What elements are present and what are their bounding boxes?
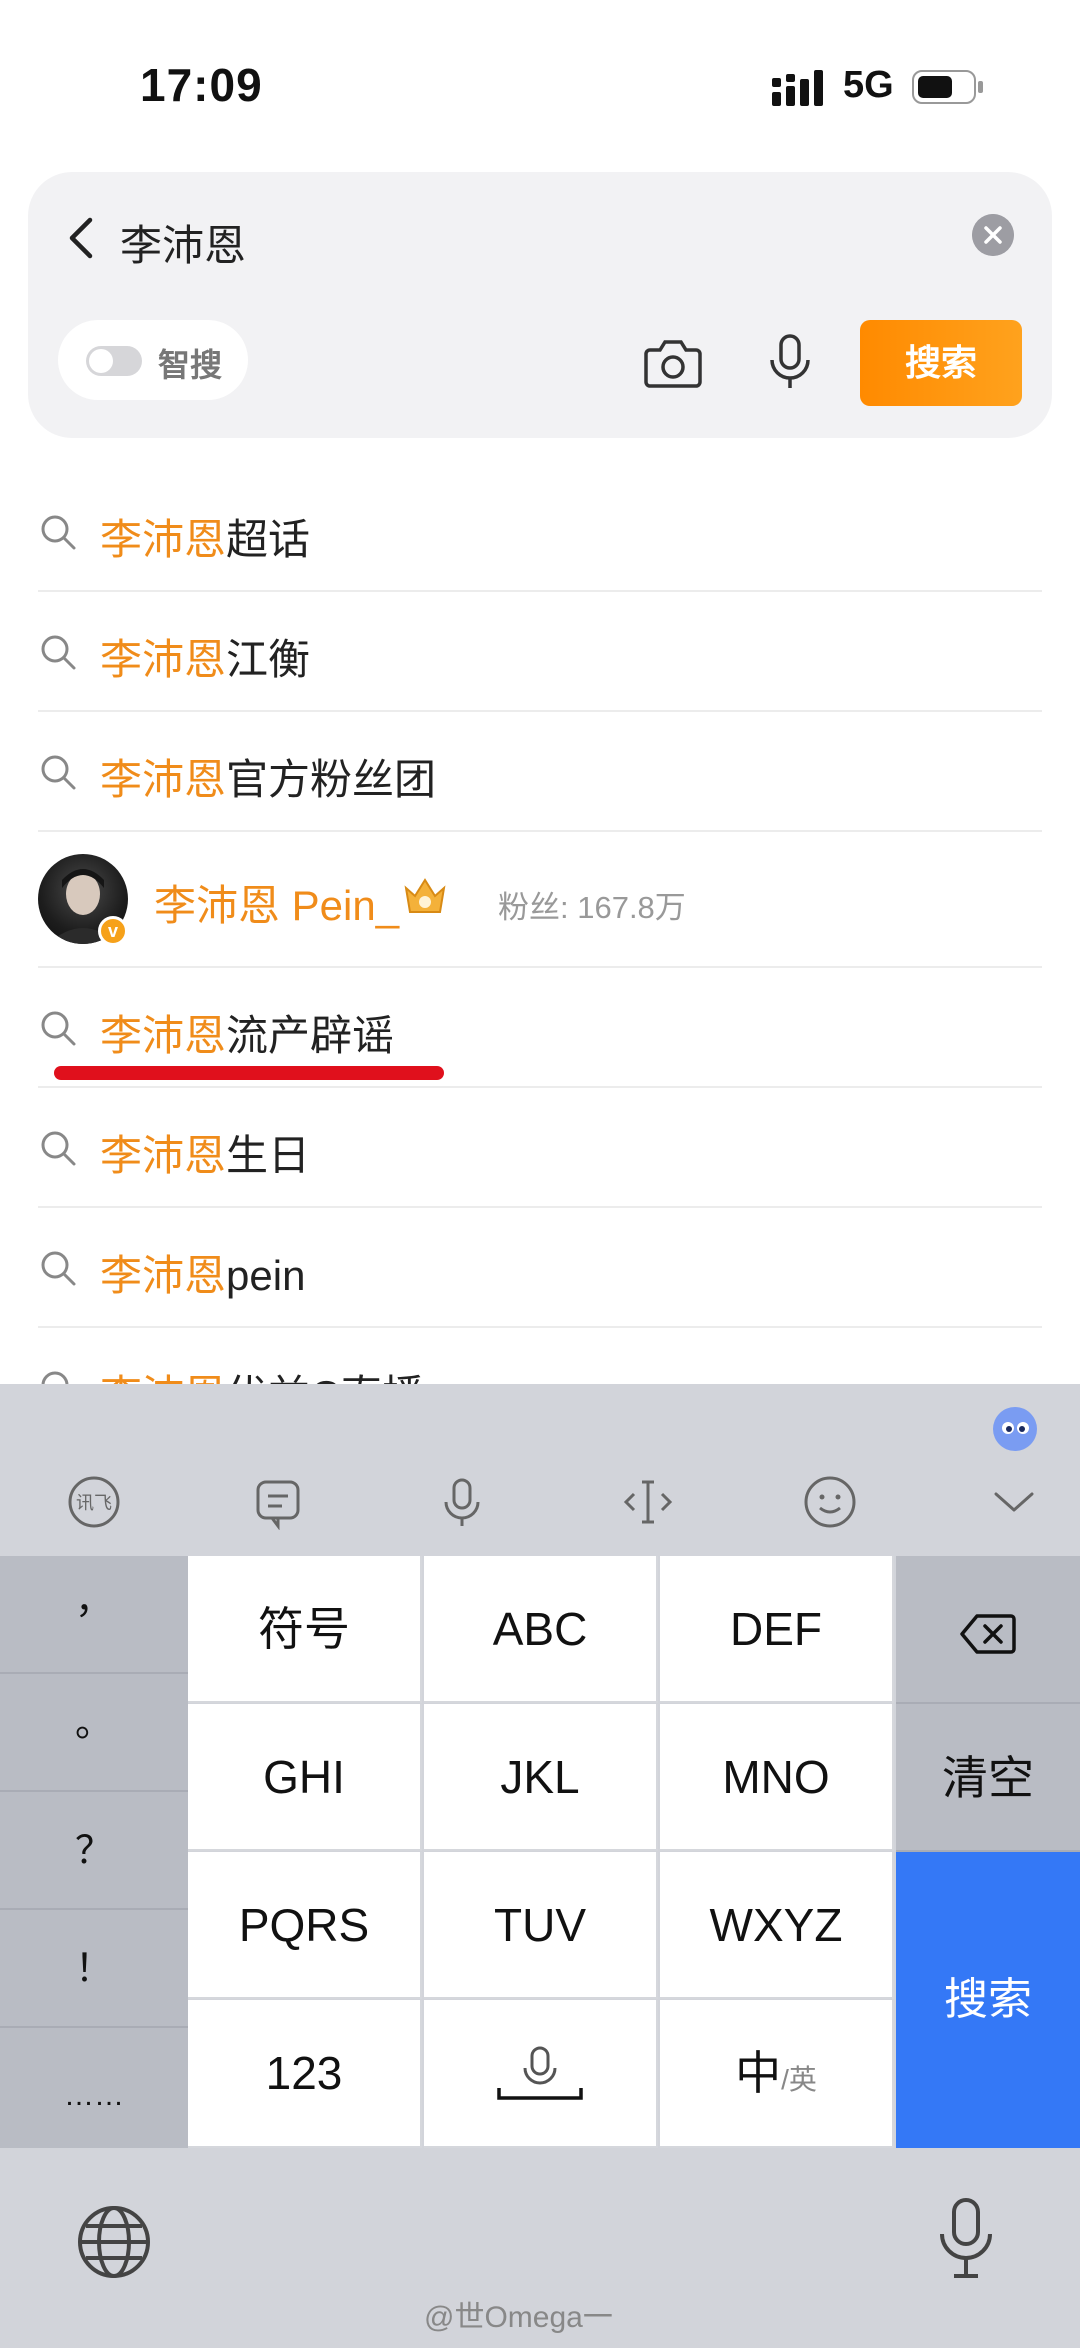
suggestion-item[interactable]: 李沛恩官方粉丝团 (38, 712, 1042, 832)
user-suggestion-item[interactable]: v 李沛恩 Pein_ 粉丝: 167.8万 (38, 832, 1042, 968)
clear-search-icon[interactable] (972, 214, 1014, 256)
keyboard: 讯飞 ， 。 ？ ！ …… 符号 ABC DEF GHI JKL MNO PQR… (0, 1384, 1080, 2348)
suggestion-text: 李沛恩生日 (100, 1132, 311, 1179)
search-panel: 李沛恩 智搜 搜索 (28, 172, 1052, 438)
clipboard-icon[interactable] (250, 1474, 306, 1530)
key-jkl[interactable]: JKL (424, 1704, 658, 1851)
symbol-key[interactable]: ！ (0, 1910, 188, 2028)
search-button[interactable]: 搜索 (860, 320, 1022, 406)
ifly-logo-icon[interactable]: 讯飞 (66, 1474, 122, 1530)
fan-count: 粉丝: 167.8万 (498, 890, 686, 925)
camera-icon[interactable] (644, 336, 702, 388)
suggestion-text: 李沛恩超话 (100, 516, 311, 563)
collapse-keyboard-icon[interactable] (986, 1474, 1042, 1530)
symbol-column: ， 。 ？ ！ …… (0, 1556, 188, 2148)
watermark: @世Omega一 (424, 2301, 613, 2334)
suggestion-text: 李沛恩pein (100, 1252, 306, 1299)
battery-icon (912, 70, 983, 104)
key-def[interactable]: DEF (660, 1556, 894, 1703)
red-annotation-underline (54, 1066, 444, 1080)
assistant-icon[interactable] (990, 1404, 1040, 1454)
search-icon (41, 635, 76, 670)
symbol-key[interactable]: 。 (0, 1674, 188, 1792)
lang-alt-label: /英 (781, 2064, 817, 2095)
smart-search-label: 智搜 (158, 347, 223, 383)
emoji-icon[interactable] (802, 1474, 858, 1530)
search-icon (41, 1251, 76, 1286)
voice-search-icon[interactable] (766, 332, 814, 392)
status-bar: 17:09 5G (0, 0, 1080, 170)
suggestion-text: 李沛恩流产辟谣 (100, 1012, 395, 1059)
suggestion-item[interactable]: 李沛恩超话 (38, 472, 1042, 592)
key-ghi[interactable]: GHI (188, 1704, 422, 1851)
symbol-key[interactable]: ， (0, 1556, 188, 1674)
space-mic-icon (497, 2046, 583, 2100)
suggestion-item[interactable]: 李沛恩江衡 (38, 592, 1042, 712)
search-icon (41, 1011, 76, 1046)
key-symbols[interactable]: 符号 (188, 1556, 422, 1703)
symbol-key[interactable]: ？ (0, 1792, 188, 1910)
microphone-icon[interactable] (434, 1474, 490, 1530)
lang-main-label: 中 (735, 2047, 782, 2099)
toggle-switch[interactable] (86, 346, 142, 376)
cursor-move-icon[interactable] (620, 1474, 676, 1530)
back-arrow-icon[interactable] (58, 208, 102, 268)
user-name: 李沛恩 Pein_ (154, 882, 400, 929)
signal-icon (772, 70, 823, 106)
t9-key-grid: ， 。 ？ ！ …… 符号 ABC DEF GHI JKL MNO PQRS T… (0, 1556, 1080, 2148)
clear-key[interactable]: 清空 (896, 1704, 1080, 1852)
search-icon (41, 1131, 76, 1166)
key-space[interactable] (424, 2000, 658, 2148)
dictation-mic-icon[interactable] (936, 2196, 996, 2282)
suggestion-item[interactable]: 李沛恩生日 (38, 1088, 1042, 1208)
key-tuv[interactable]: TUV (424, 1852, 658, 1999)
key-mno[interactable]: MNO (660, 1704, 894, 1851)
network-type: 5G (843, 64, 894, 106)
suggestion-text: 李沛恩官方粉丝团 (100, 756, 437, 803)
delete-key[interactable] (896, 1556, 1080, 1704)
search-icon (41, 755, 76, 790)
verified-badge-icon: v (98, 916, 128, 946)
key-abc[interactable]: ABC (424, 1556, 658, 1703)
key-pqrs[interactable]: PQRS (188, 1852, 422, 1999)
key-lang-switch[interactable]: 中/英 (660, 2000, 894, 2148)
globe-icon[interactable] (76, 2204, 152, 2280)
svg-text:讯飞: 讯飞 (76, 1493, 112, 1514)
search-input[interactable]: 李沛恩 (120, 212, 246, 273)
suggestion-item[interactable]: 李沛恩pein (38, 1208, 1042, 1328)
suggestion-text: 李沛恩江衡 (100, 636, 311, 683)
key-123[interactable]: 123 (188, 2000, 422, 2148)
status-time: 17:09 (140, 59, 263, 111)
crown-badge-icon (404, 878, 446, 913)
symbol-key[interactable]: …… (0, 2028, 188, 2146)
key-wxyz[interactable]: WXYZ (660, 1852, 894, 1999)
backspace-icon (960, 1614, 1016, 1654)
search-icon (41, 515, 76, 550)
smart-search-toggle[interactable]: 智搜 (58, 320, 248, 400)
search-enter-key[interactable]: 搜索 (896, 1852, 1080, 2148)
